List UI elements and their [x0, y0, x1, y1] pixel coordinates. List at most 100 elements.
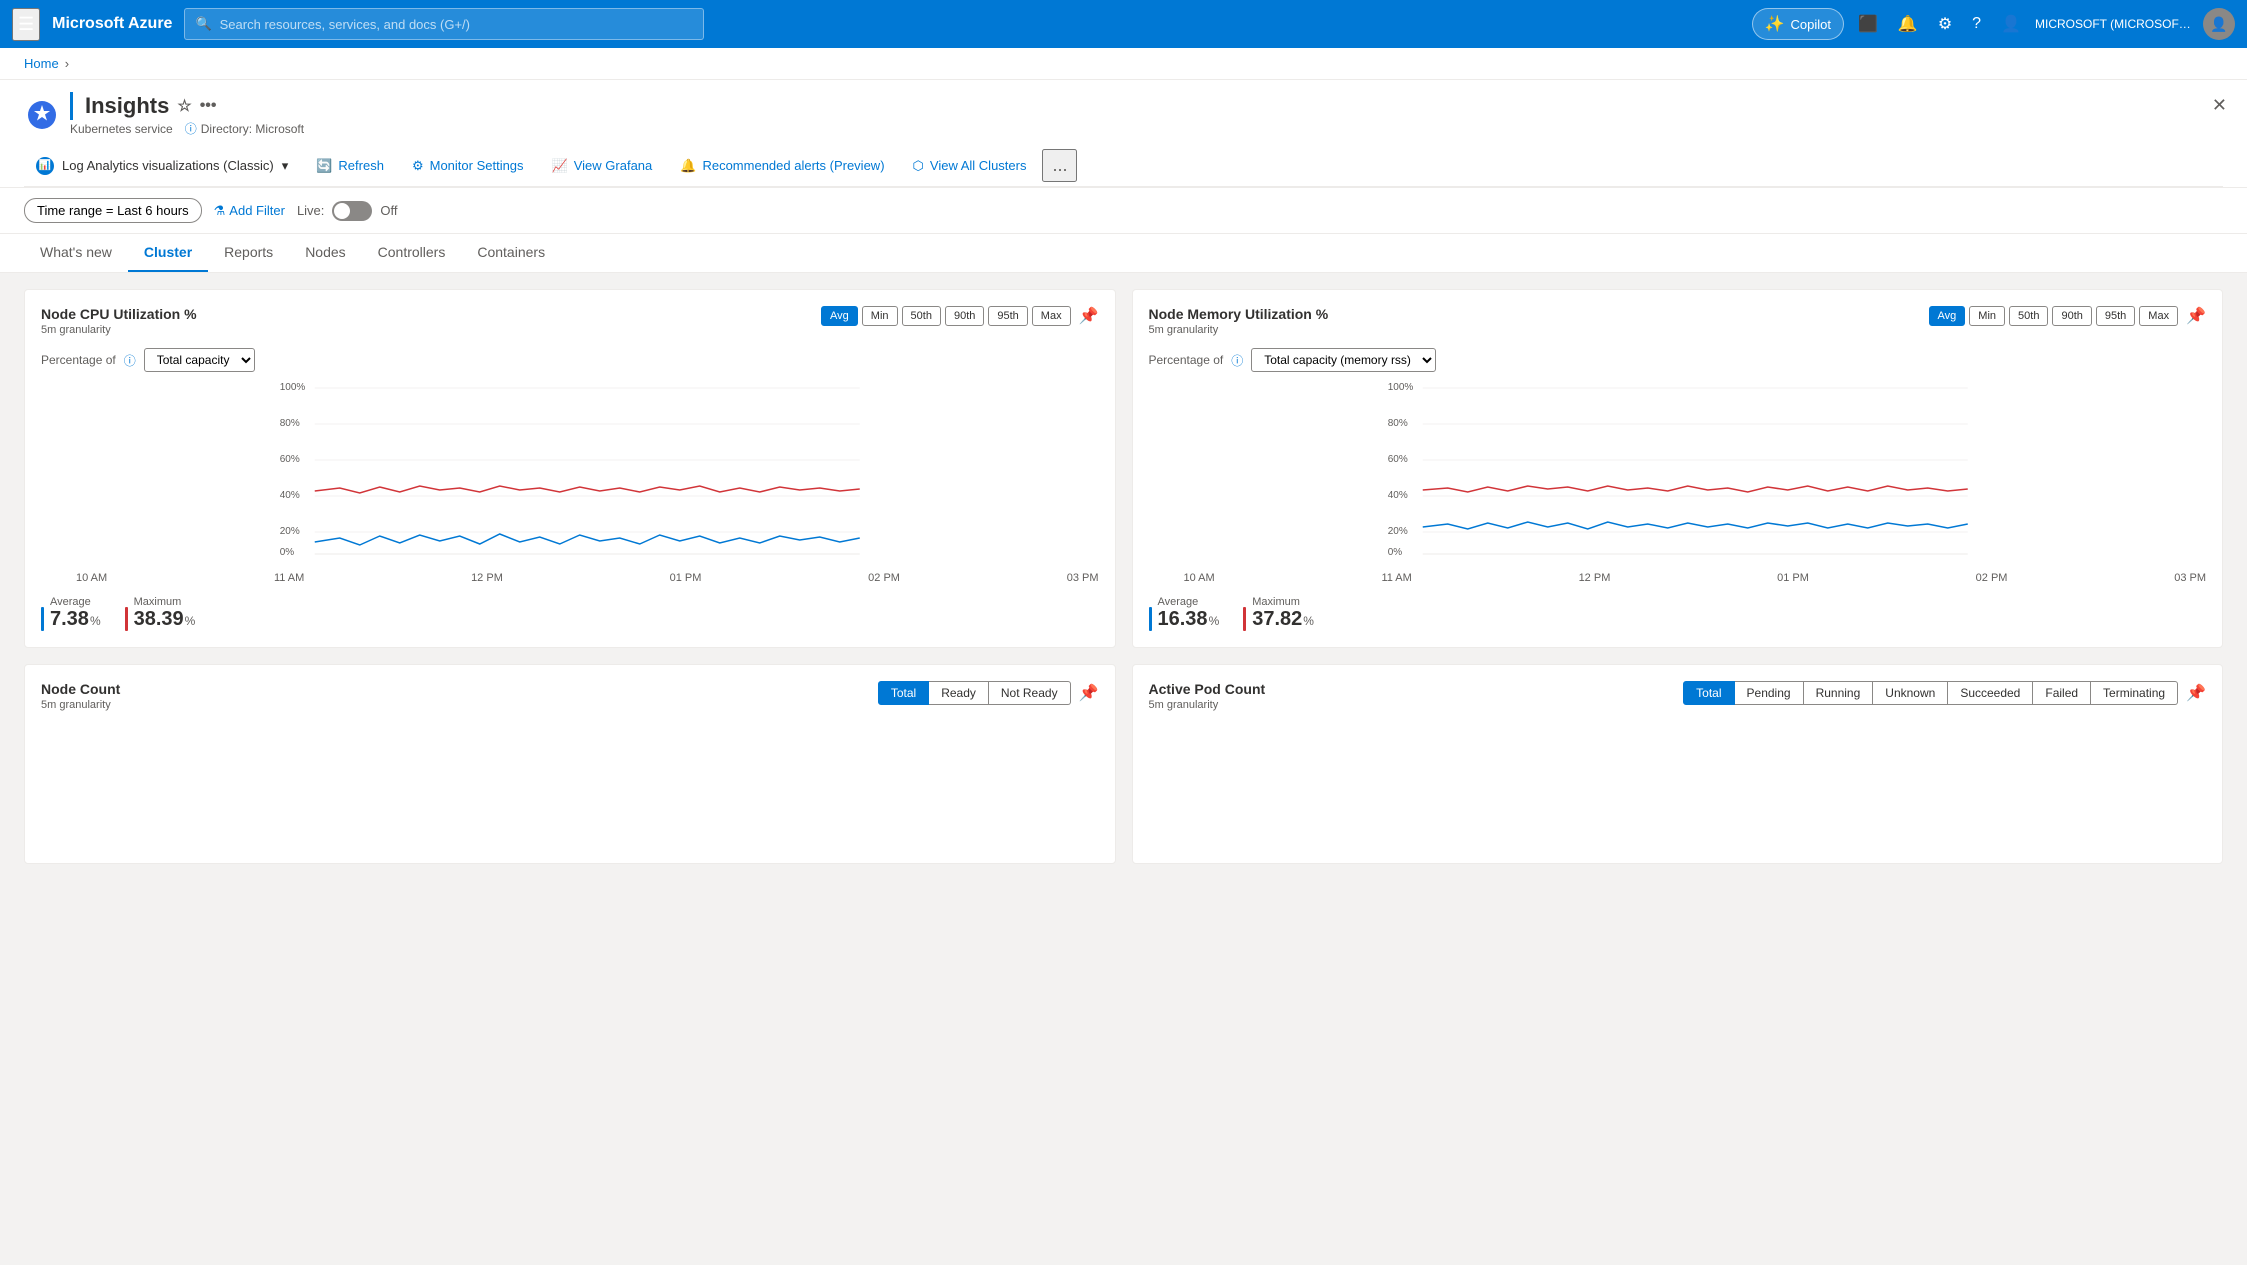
- breadcrumb-chevron: ›: [65, 56, 69, 71]
- cpu-max-bar: [125, 607, 128, 631]
- cpu-chart-area: 100% 80% 60% 40% 20% 0%: [41, 380, 1099, 560]
- monitor-settings-button[interactable]: ⚙ Monitor Settings: [400, 152, 536, 180]
- svg-text:80%: 80%: [1387, 418, 1407, 429]
- view-grafana-button[interactable]: 📈 View Grafana: [540, 152, 665, 180]
- cpu-x-labels: 10 AM 11 AM 12 PM 01 PM 02 PM 03 PM: [41, 572, 1099, 584]
- breadcrumb-home[interactable]: Home: [24, 56, 59, 71]
- cpu-stat-controls: Avg Min 50th 90th 95th Max 📌: [821, 306, 1098, 326]
- page-title-section: Insights ☆ ••• Kubernetes service ⓘ Dire…: [70, 92, 304, 137]
- pod-count-pin-button[interactable]: 📌: [2186, 683, 2206, 703]
- help-button[interactable]: ?: [1966, 9, 1987, 39]
- node-count-pin-button[interactable]: 📌: [1079, 683, 1099, 703]
- node-count-card: Node Count 5m granularity Total Ready No…: [24, 664, 1116, 864]
- memory-x-labels: 10 AM 11 AM 12 PM 01 PM 02 PM 03 PM: [1149, 572, 2207, 584]
- pod-failed-btn[interactable]: Failed: [2033, 681, 2091, 705]
- memory-percentage-row: Percentage of ⓘ Total capacity (memory r…: [1149, 348, 2207, 372]
- node-count-subtitle: 5m granularity: [41, 699, 120, 711]
- settings-button[interactable]: ⚙: [1932, 8, 1958, 40]
- memory-chart-title-section: Node Memory Utilization % 5m granularity: [1149, 306, 1329, 336]
- memory-max-btn[interactable]: Max: [2139, 306, 2178, 326]
- filter-bar: Time range = Last 6 hours ⚗ Add Filter L…: [0, 188, 2247, 234]
- cpu-90th-btn[interactable]: 90th: [945, 306, 984, 326]
- toolbar: 📊 Log Analytics visualizations (Classic)…: [24, 145, 2223, 187]
- node-count-header: Node Count 5m granularity Total Ready No…: [41, 681, 1099, 711]
- svg-text:60%: 60%: [280, 454, 300, 465]
- memory-avg-bar: [1149, 607, 1152, 631]
- svg-text:20%: 20%: [280, 526, 300, 537]
- terminal-button[interactable]: ⬛: [1852, 8, 1884, 40]
- cpu-avg-legend: Average 7.38 %: [41, 596, 101, 631]
- pod-count-subtitle: 5m granularity: [1149, 699, 1266, 711]
- favorite-icon[interactable]: ☆: [177, 96, 191, 116]
- tab-whats-new[interactable]: What's new: [24, 234, 128, 272]
- search-bar[interactable]: 🔍: [184, 8, 704, 40]
- pod-count-title: Active Pod Count: [1149, 681, 1266, 697]
- charts-row-top: Node CPU Utilization % 5m granularity Av…: [24, 289, 2223, 648]
- pod-total-btn[interactable]: Total: [1683, 681, 1734, 705]
- node-ready-btn[interactable]: Ready: [929, 681, 989, 705]
- tab-cluster[interactable]: Cluster: [128, 234, 208, 272]
- node-total-btn[interactable]: Total: [878, 681, 929, 705]
- toggle-knob: [334, 203, 350, 219]
- tab-reports[interactable]: Reports: [208, 234, 289, 272]
- cpu-min-btn[interactable]: Min: [862, 306, 898, 326]
- cpu-95th-btn[interactable]: 95th: [988, 306, 1027, 326]
- memory-min-btn[interactable]: Min: [1969, 306, 2005, 326]
- nav-dropdown[interactable]: 📊 Log Analytics visualizations (Classic)…: [24, 151, 300, 181]
- cpu-avg-btn[interactable]: Avg: [821, 306, 858, 326]
- node-count-title: Node Count: [41, 681, 120, 697]
- memory-90th-btn[interactable]: 90th: [2052, 306, 2091, 326]
- memory-95th-btn[interactable]: 95th: [2096, 306, 2135, 326]
- breadcrumb: Home ›: [0, 48, 2247, 80]
- cpu-max-legend: Maximum 38.39 %: [125, 596, 196, 631]
- pod-running-btn[interactable]: Running: [1804, 681, 1874, 705]
- page-subtitle: Kubernetes service ⓘ Directory: Microsof…: [70, 120, 304, 137]
- search-input[interactable]: [220, 17, 694, 32]
- pod-unknown-btn[interactable]: Unknown: [1873, 681, 1948, 705]
- tabs-bar: What's new Cluster Reports Nodes Control…: [0, 234, 2247, 273]
- nav-right-section: ✨ Copilot ⬛ 🔔 ⚙ ? 👤 MICROSOFT (MICROSOFT…: [1752, 8, 2235, 40]
- avatar[interactable]: 👤: [2203, 8, 2235, 40]
- memory-max-legend: Maximum 37.82 %: [1243, 596, 1314, 631]
- tab-containers[interactable]: Containers: [461, 234, 561, 272]
- cpu-max-btn[interactable]: Max: [1032, 306, 1071, 326]
- pod-count-tab-buttons: Total Pending Running Unknown Succeeded …: [1683, 681, 2178, 705]
- view-all-clusters-button[interactable]: ⬡ View All Clusters: [901, 152, 1039, 180]
- pod-pending-btn[interactable]: Pending: [1735, 681, 1804, 705]
- cpu-percentage-dropdown[interactable]: Total capacity: [144, 348, 255, 372]
- memory-avg-btn[interactable]: Avg: [1929, 306, 1966, 326]
- alerts-icon: 🔔: [680, 158, 696, 174]
- more-options-icon[interactable]: •••: [200, 97, 217, 115]
- close-button[interactable]: ✕: [2212, 95, 2227, 116]
- hamburger-menu[interactable]: ☰: [12, 8, 40, 41]
- chevron-down-icon: ▾: [282, 158, 289, 174]
- memory-chart-subtitle: 5m granularity: [1149, 324, 1329, 336]
- node-not-ready-btn[interactable]: Not Ready: [989, 681, 1071, 705]
- memory-percentage-dropdown[interactable]: Total capacity (memory rss): [1251, 348, 1436, 372]
- grafana-icon: 📈: [552, 158, 568, 174]
- tab-nodes[interactable]: Nodes: [289, 234, 361, 272]
- refresh-button[interactable]: 🔄 Refresh: [304, 152, 396, 180]
- page-title: Insights ☆ •••: [70, 92, 304, 120]
- recommended-alerts-button[interactable]: 🔔 Recommended alerts (Preview): [668, 152, 896, 180]
- copilot-button[interactable]: ✨ Copilot: [1752, 8, 1844, 40]
- pod-terminating-btn[interactable]: Terminating: [2091, 681, 2178, 705]
- cpu-50th-btn[interactable]: 50th: [902, 306, 941, 326]
- copilot-icon: ✨: [1765, 14, 1785, 34]
- memory-chart-title: Node Memory Utilization %: [1149, 306, 1329, 322]
- more-toolbar-button[interactable]: ...: [1042, 149, 1077, 182]
- feedback-button[interactable]: 👤: [1995, 8, 2027, 40]
- add-filter-button[interactable]: ⚗ Add Filter: [214, 203, 285, 219]
- cpu-pin-button[interactable]: 📌: [1079, 306, 1099, 326]
- live-toggle-section: Live: Off: [297, 201, 398, 221]
- pod-succeeded-btn[interactable]: Succeeded: [1948, 681, 2033, 705]
- time-range-button[interactable]: Time range = Last 6 hours: [24, 198, 202, 223]
- tab-controllers[interactable]: Controllers: [362, 234, 462, 272]
- memory-50th-btn[interactable]: 50th: [2009, 306, 2048, 326]
- memory-pin-button[interactable]: 📌: [2186, 306, 2206, 326]
- notifications-button[interactable]: 🔔: [1892, 8, 1924, 40]
- svg-text:0%: 0%: [280, 547, 295, 558]
- memory-legend: Average 16.38 % Maximum 37.82 %: [1149, 596, 2207, 631]
- live-toggle[interactable]: [332, 201, 372, 221]
- kubernetes-icon: [24, 97, 60, 133]
